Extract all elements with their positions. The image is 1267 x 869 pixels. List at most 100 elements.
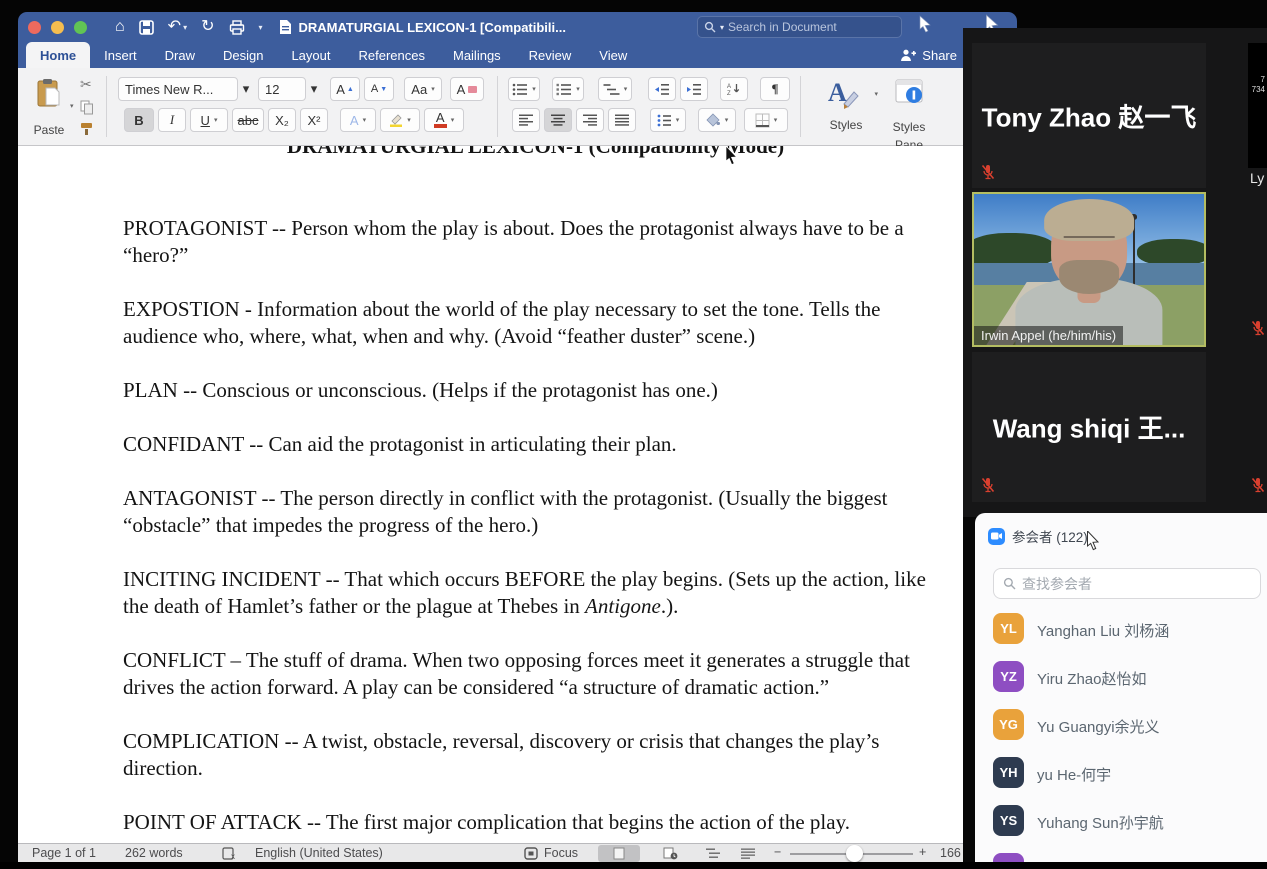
align-left-icon xyxy=(518,114,533,126)
cut-icon[interactable]: ✂ xyxy=(80,76,95,93)
participants-search[interactable] xyxy=(993,568,1261,599)
zoom-percentage[interactable]: 166 xyxy=(940,846,961,860)
participant-row[interactable]: YZ Yiru Zhao赵怡如 xyxy=(975,661,1267,709)
zoom-out-button[interactable]: − xyxy=(774,845,781,859)
sort-button[interactable]: A Z xyxy=(720,77,748,101)
minimize-window-button[interactable] xyxy=(51,20,64,34)
show-paragraph-marks-button[interactable]: ¶ xyxy=(760,77,790,101)
strikethrough-button[interactable]: abc xyxy=(232,108,264,132)
undo-icon[interactable]: ↶ xyxy=(168,19,181,35)
participants-count: 参会者 (122) xyxy=(1012,530,1088,545)
focus-toggle[interactable]: Focus xyxy=(544,846,578,860)
highlight-button[interactable]: ▾ xyxy=(380,108,420,132)
ribbon-tab[interactable]: Design xyxy=(209,42,277,68)
participant-row[interactable] xyxy=(975,853,1267,862)
increase-indent-button[interactable] xyxy=(680,77,708,101)
document-canvas[interactable]: DRAMATURGIAL LEXICON-1 (Compatibility Mo… xyxy=(18,146,963,843)
search-input[interactable] xyxy=(728,20,869,34)
shrink-font-button[interactable]: A ▼ xyxy=(364,77,394,101)
undo-dropdown-caret[interactable]: ▾ xyxy=(183,23,187,32)
paste-caret[interactable]: ▾ xyxy=(70,102,74,110)
close-window-button[interactable] xyxy=(28,20,41,34)
bullet-list-icon xyxy=(512,83,528,95)
search-in-document[interactable]: ▾ xyxy=(697,16,902,38)
status-bar: Page 1 of 1 262 words x English (United … xyxy=(18,843,963,862)
edge-participant-label: Ly xyxy=(1250,170,1265,186)
share-button[interactable]: Share xyxy=(900,42,961,68)
ribbon-tab[interactable]: Layout xyxy=(277,42,344,68)
participants-search-input[interactable] xyxy=(1022,575,1222,592)
svg-text:A: A xyxy=(727,84,731,90)
participant-row[interactable]: YL Yanghan Liu 刘杨涵 xyxy=(975,613,1267,661)
print-layout-view-button[interactable] xyxy=(598,845,640,862)
video-tile-clipped[interactable]: 7 734 xyxy=(1248,43,1267,168)
font-color-button[interactable]: A ▾ xyxy=(424,108,464,132)
redo-icon[interactable]: ↻ xyxy=(201,19,214,35)
borders-button[interactable]: ▾ xyxy=(744,108,788,132)
justify-button[interactable] xyxy=(608,108,636,132)
camera-icon xyxy=(988,527,1005,545)
participant-row[interactable]: YG Yu Guangyi余光义 xyxy=(975,709,1267,757)
mic-muted-icon xyxy=(1251,320,1265,336)
font-name-caret[interactable]: ▾ xyxy=(240,77,252,101)
mic-muted-icon xyxy=(981,164,995,180)
ribbon-tab[interactable]: Insert xyxy=(90,42,151,68)
format-painter-icon[interactable] xyxy=(80,122,95,136)
participant-row[interactable]: YS Yuhang Sun孙宇航 xyxy=(975,805,1267,853)
copy-icon[interactable] xyxy=(80,100,94,115)
clear-formatting-button[interactable]: A xyxy=(450,77,484,101)
paste-button[interactable]: Paste xyxy=(26,75,72,139)
align-right-button[interactable] xyxy=(576,108,604,132)
save-icon[interactable] xyxy=(138,19,154,35)
font-size-select[interactable]: 12 xyxy=(258,77,306,101)
zoom-video-panel: Tony Zhao 赵一飞 Irwin Appel (he/him/his) W… xyxy=(963,28,1267,517)
ribbon-tab[interactable]: References xyxy=(345,42,439,68)
ribbon: Paste ▾ ✂ Times New R... ▾ 12 ▾ A ▲ A ▼ … xyxy=(18,68,963,151)
superscript-button[interactable]: X² xyxy=(300,108,328,132)
proofing-icon[interactable]: x xyxy=(222,847,237,860)
toolbar-dropdown-caret[interactable]: ▾ xyxy=(259,23,263,32)
home-icon[interactable]: ⌂ xyxy=(115,19,125,35)
italic-button[interactable]: I xyxy=(158,108,186,132)
ribbon-tab[interactable]: View xyxy=(585,42,641,68)
ribbon-tab[interactable]: Review xyxy=(515,42,586,68)
ribbon-tab[interactable]: Mailings xyxy=(439,42,515,68)
zoom-slider-thumb[interactable] xyxy=(846,845,863,862)
avatar: YS xyxy=(993,805,1024,836)
zoom-in-button[interactable]: + xyxy=(919,845,926,859)
word-count[interactable]: 262 words xyxy=(125,846,183,860)
subscript-button[interactable]: X₂ xyxy=(268,108,296,132)
video-tile-tony-zhao[interactable]: Tony Zhao 赵一飞 xyxy=(972,43,1206,188)
zoom-window-button[interactable] xyxy=(74,20,87,34)
multilevel-list-button[interactable]: ▾ xyxy=(598,77,632,101)
change-case-button[interactable]: Aa ▾ xyxy=(404,77,442,101)
align-left-button[interactable] xyxy=(512,108,540,132)
text-effects-button[interactable]: A ▾ xyxy=(340,108,376,132)
styles-button[interactable]: Styles A ▾ Styles xyxy=(818,76,878,134)
underline-button[interactable]: U ▾ xyxy=(190,108,228,132)
print-icon[interactable] xyxy=(229,19,245,35)
language-indicator[interactable]: English (United States) xyxy=(255,846,383,860)
video-tile-irwin-appel[interactable]: Irwin Appel (he/him/his) xyxy=(972,192,1206,347)
shading-button[interactable]: ▾ xyxy=(698,108,736,132)
numbered-list-button[interactable]: ▾ xyxy=(552,77,584,101)
outline-view-button[interactable] xyxy=(700,845,726,862)
participant-row[interactable]: YH yu He-何宇 xyxy=(975,757,1267,805)
grow-font-button[interactable]: A ▲ xyxy=(330,77,360,101)
search-scope-caret[interactable]: ▾ xyxy=(720,23,724,32)
font-size-caret[interactable]: ▾ xyxy=(308,77,320,101)
decrease-indent-button[interactable] xyxy=(648,77,676,101)
video-tile-wang-shiqi[interactable]: Wang shiqi 王... xyxy=(972,352,1206,502)
styles-pane-button[interactable]: Styles Pane xyxy=(880,76,938,154)
styles-brush-icon xyxy=(843,91,859,109)
ribbon-tab[interactable]: Draw xyxy=(151,42,209,68)
bold-button[interactable]: B xyxy=(124,108,154,132)
read-mode-view-button[interactable] xyxy=(655,845,685,862)
ribbon-tab[interactable]: Home xyxy=(26,42,91,68)
draft-view-button[interactable] xyxy=(735,845,761,862)
bullet-list-button[interactable]: ▾ xyxy=(508,77,540,101)
align-center-button[interactable] xyxy=(544,108,572,132)
page-indicator[interactable]: Page 1 of 1 xyxy=(32,846,96,860)
font-name-select[interactable]: Times New R... xyxy=(118,77,238,101)
line-spacing-button[interactable]: ▾ xyxy=(650,108,686,132)
